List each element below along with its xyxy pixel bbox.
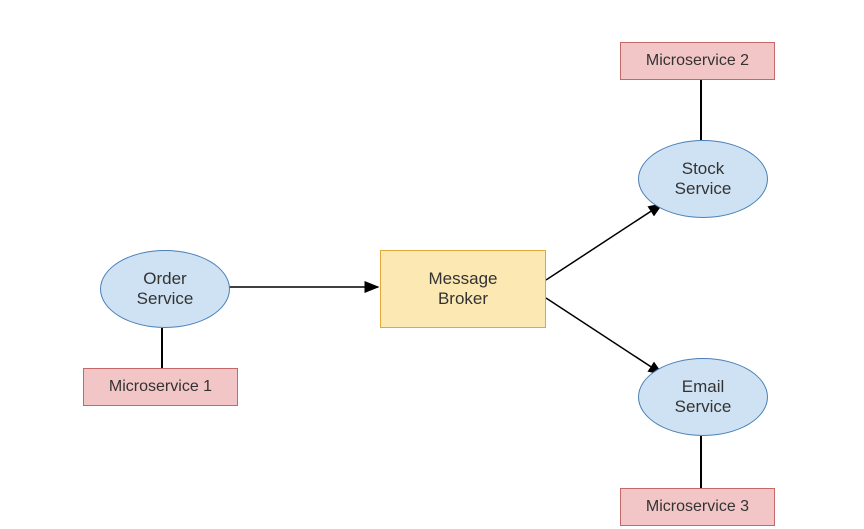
node-email-service: Email Service [638, 358, 768, 436]
label-microservice-1: Microservice 1 [109, 378, 212, 396]
node-message-broker: Message Broker [380, 250, 546, 328]
label-message-broker: Message Broker [429, 269, 498, 309]
connector-email-ms3 [700, 436, 702, 488]
arrow-broker-to-email [546, 298, 662, 374]
connector-stock-ms2 [700, 80, 702, 140]
node-microservice-1: Microservice 1 [83, 368, 238, 406]
label-stock-service: Stock Service [675, 159, 732, 199]
label-order-service: Order Service [137, 269, 194, 309]
node-microservice-3: Microservice 3 [620, 488, 775, 526]
arrow-broker-to-stock [546, 204, 662, 280]
label-email-service: Email Service [675, 377, 732, 417]
node-stock-service: Stock Service [638, 140, 768, 218]
node-microservice-2: Microservice 2 [620, 42, 775, 80]
label-microservice-3: Microservice 3 [646, 498, 749, 516]
connector-order-ms1 [161, 328, 163, 368]
node-order-service: Order Service [100, 250, 230, 328]
label-microservice-2: Microservice 2 [646, 52, 749, 70]
